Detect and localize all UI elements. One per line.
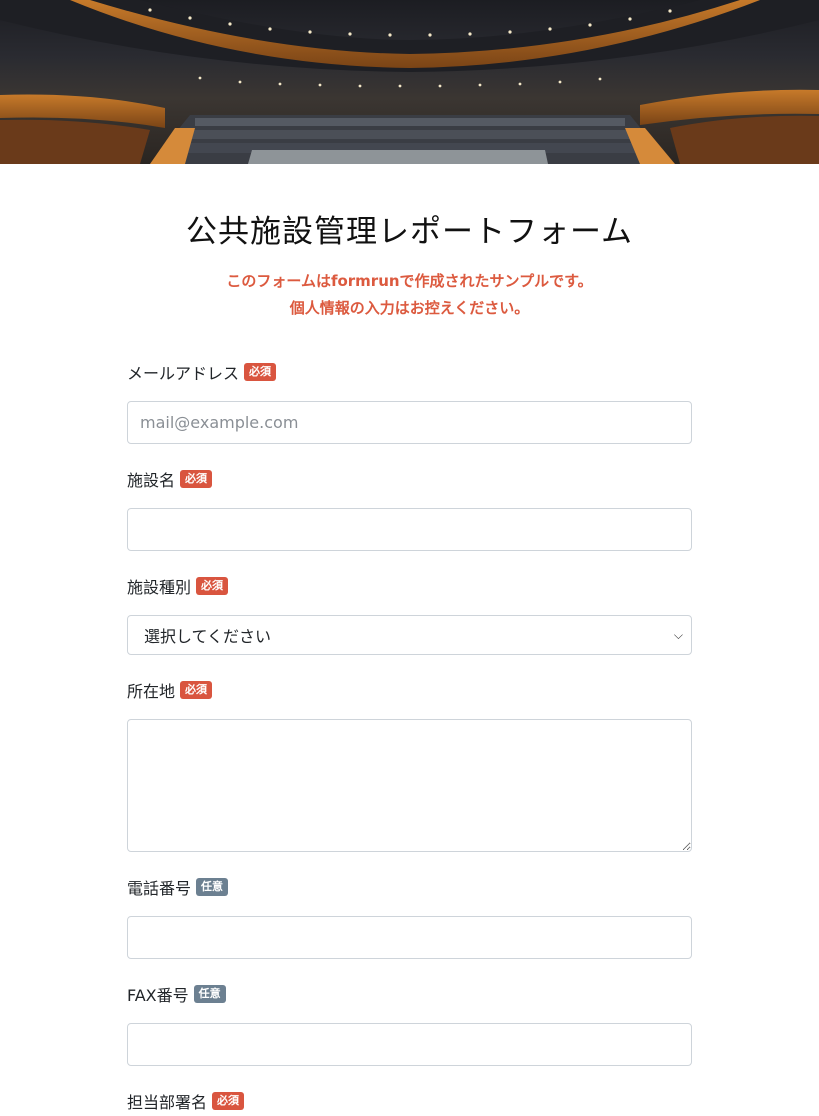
facility-name-field-group: 施設名 必須: [127, 464, 692, 551]
optional-badge: 任意: [196, 878, 229, 896]
required-badge: 必須: [180, 681, 213, 699]
phone-label: 電話番号: [127, 879, 192, 898]
address-field-group: 所在地 必須: [127, 675, 692, 852]
sample-notice: このフォームはformrunで作成されたサンプルです。 個人情報の入力はお控えく…: [127, 268, 692, 322]
email-label: メールアドレス: [127, 364, 240, 383]
department-field-group: 担当部署名 必須: [127, 1086, 692, 1116]
optional-badge: 任意: [193, 985, 226, 1003]
notice-line-1: このフォームはformrunで作成されたサンプルです。: [226, 272, 593, 290]
required-badge: 必須: [244, 363, 277, 381]
facility-name-label: 施設名: [127, 471, 176, 490]
facility-type-label: 施設種別: [127, 578, 192, 597]
required-badge: 必須: [196, 577, 229, 595]
facility-name-input[interactable]: [127, 508, 692, 551]
department-label: 担当部署名: [127, 1093, 208, 1112]
required-badge: 必須: [212, 1092, 245, 1110]
required-badge: 必須: [180, 470, 213, 488]
email-field-group: メールアドレス 必須: [127, 357, 692, 444]
fax-label: FAX番号: [127, 986, 189, 1005]
address-label: 所在地: [127, 682, 176, 701]
phone-input[interactable]: [127, 916, 692, 959]
report-form: 公共施設管理レポートフォーム このフォームはformrunで作成されたサンプルで…: [127, 164, 692, 1116]
email-input[interactable]: [127, 401, 692, 444]
fax-field-group: FAX番号 任意: [127, 979, 692, 1066]
phone-field-group: 電話番号 任意: [127, 872, 692, 959]
facility-type-selected-value: 選択してください: [144, 627, 272, 646]
chevron-down-icon: ⌵: [673, 627, 683, 642]
facility-type-field-group: 施設種別 必須 選択してください ⌵: [127, 571, 692, 655]
address-textarea[interactable]: [127, 719, 692, 852]
fax-input[interactable]: [127, 1023, 692, 1066]
page-title: 公共施設管理レポートフォーム: [185, 214, 634, 250]
facility-type-select[interactable]: 選択してください ⌵: [127, 615, 692, 655]
notice-line-2: 個人情報の入力はお控えください。: [289, 299, 530, 317]
concert-hall-image: [0, 0, 819, 164]
hero-banner: [0, 0, 819, 164]
